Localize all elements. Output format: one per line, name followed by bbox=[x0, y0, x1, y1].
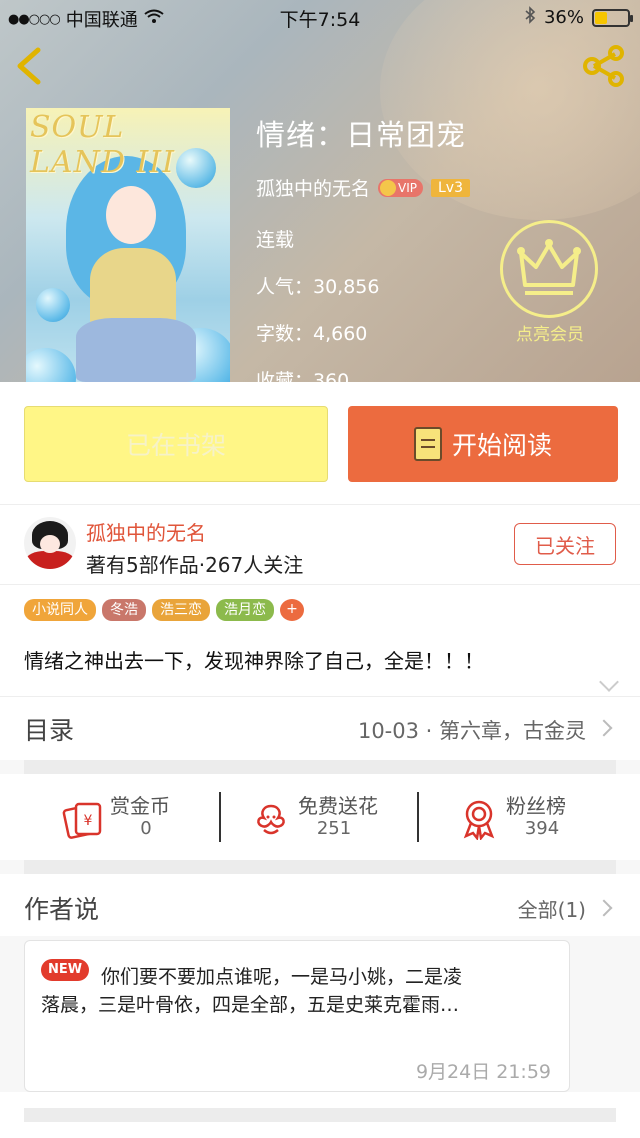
book-header: ●●○○○ 中国联通 下午7:54 36% SOUL LAND III 情绪：日… bbox=[0, 0, 640, 382]
author-summary: 著有5部作品·267人关注 bbox=[86, 553, 304, 577]
cover-bubble bbox=[26, 348, 76, 382]
share-icon bbox=[583, 45, 624, 87]
battery-icon bbox=[592, 8, 633, 27]
stat-name: 粉丝榜 bbox=[506, 794, 566, 818]
post-text-line2: 落晨，三是叶骨依，四是全部，五是史莱克霍雨… bbox=[41, 994, 460, 1016]
author-says-header[interactable]: 作者说 全部(1) bbox=[0, 874, 640, 936]
crown-icon bbox=[517, 239, 581, 295]
svg-text:¥: ¥ bbox=[84, 813, 93, 829]
tag-chip[interactable]: 浩三恋 bbox=[152, 599, 210, 621]
stat-name: 赏金币 bbox=[110, 794, 170, 818]
battery-level bbox=[595, 11, 608, 24]
tag-list: 小说同人 冬浩 浩三恋 浩月恋 + bbox=[24, 599, 304, 621]
membership-label: 点亮会员 bbox=[516, 325, 584, 345]
word-count: 字数：4,660 bbox=[256, 323, 368, 345]
start-reading-button[interactable]: 开始阅读 bbox=[348, 406, 618, 482]
toc-label: 目录 bbox=[24, 716, 75, 745]
author-says-label: 作者说 bbox=[24, 895, 100, 924]
share-button[interactable] bbox=[582, 44, 626, 88]
latest-chapter: 10-03 · 第六章，古金灵 bbox=[357, 719, 586, 743]
tag-chip[interactable]: 小说同人 bbox=[24, 599, 96, 621]
crown-circle bbox=[500, 220, 598, 318]
cover-illustration bbox=[106, 186, 156, 244]
membership-button[interactable]: 点亮会员 bbox=[500, 220, 600, 345]
section-divider bbox=[24, 860, 616, 874]
stat-divider bbox=[417, 792, 419, 842]
cover-bubble bbox=[36, 288, 70, 322]
vip-badge: VIP bbox=[378, 178, 423, 197]
free-flower-button[interactable]: 免费送花 251 bbox=[250, 790, 450, 846]
level-badge: Lv3 bbox=[431, 178, 470, 197]
back-button[interactable] bbox=[12, 46, 48, 86]
ribbon-medal-icon bbox=[463, 800, 495, 840]
book-info: 情绪：日常团宠 孤独中的无名 VIP Lv3 连载 人气：30,856 字数：4… bbox=[256, 112, 506, 382]
section-divider bbox=[24, 760, 616, 774]
cover-title: SOUL LAND III bbox=[30, 110, 175, 180]
add-tag-button[interactable]: + bbox=[280, 599, 304, 621]
post-text-line1: 你们要不要加点谁呢，一是马小姚，二是凌 bbox=[101, 966, 463, 988]
stat-value: 251 bbox=[316, 818, 352, 839]
section-divider bbox=[24, 1108, 616, 1122]
author-post-card[interactable]: NEW 你们要不要加点谁呢，一是马小姚，二是凌 落晨，三是叶骨依，四是全部，五是… bbox=[24, 940, 570, 1092]
expand-chevron-icon[interactable] bbox=[599, 672, 619, 692]
stat-value: 0 bbox=[140, 818, 152, 839]
start-reading-label: 开始阅读 bbox=[451, 431, 552, 460]
stat-divider bbox=[219, 792, 221, 842]
view-all-link[interactable]: 全部(1) bbox=[518, 894, 586, 923]
table-of-contents-row[interactable]: 目录 10-03 · 第六章，古金灵 bbox=[0, 696, 640, 760]
avatar[interactable] bbox=[24, 517, 76, 569]
vip-label: VIP bbox=[398, 180, 417, 195]
stat-name: 免费送花 bbox=[298, 794, 378, 818]
action-bar: 已在书架 开始阅读 bbox=[0, 382, 640, 504]
book-description: 情绪之神出去一下，发现神界除了自己，全是！！！ bbox=[24, 649, 484, 673]
support-stats: ¥ 赏金币 0 免费送花 251 粉丝榜 394 bbox=[0, 774, 640, 860]
book-title: 情绪：日常团宠 bbox=[256, 118, 467, 152]
bluetooth-icon bbox=[524, 6, 536, 29]
author-card[interactable]: 孤独中的无名 著有5部作品·267人关注 已关注 bbox=[0, 504, 640, 584]
in-bookshelf-button[interactable]: 已在书架 bbox=[24, 406, 328, 482]
book-cover[interactable]: SOUL LAND III bbox=[26, 108, 230, 382]
chevron-right-icon bbox=[595, 719, 613, 737]
status-bar: ●●○○○ 中国联通 下午7:54 36% bbox=[0, 0, 640, 34]
tags-and-description: 小说同人 冬浩 浩三恋 浩月恋 + 情绪之神出去一下，发现神界除了自己，全是！！！ bbox=[0, 584, 640, 696]
tag-chip[interactable]: 浩月恋 bbox=[216, 599, 274, 621]
new-badge: NEW bbox=[41, 959, 89, 981]
favorites: 收藏：360 bbox=[256, 370, 350, 382]
serial-status: 连载 bbox=[256, 229, 295, 251]
red-envelope-icon: ¥ bbox=[62, 802, 102, 839]
cover-illustration bbox=[90, 248, 176, 328]
chevron-left-icon bbox=[17, 47, 41, 85]
author-name[interactable]: 孤独中的无名 bbox=[256, 174, 370, 201]
fan-ranking-button[interactable]: 粉丝榜 394 bbox=[458, 790, 640, 846]
crown-icon bbox=[380, 179, 397, 196]
popularity: 人气：30,856 bbox=[256, 276, 380, 298]
book-icon bbox=[413, 427, 442, 461]
author-line: 孤独中的无名 VIP Lv3 bbox=[256, 174, 506, 201]
tag-chip[interactable]: 冬浩 bbox=[102, 599, 146, 621]
author-card-name[interactable]: 孤独中的无名 bbox=[86, 517, 206, 546]
stat-value: 394 bbox=[524, 818, 560, 839]
followed-button[interactable]: 已关注 bbox=[514, 523, 616, 565]
chevron-right-icon bbox=[595, 899, 613, 917]
flower-icon bbox=[257, 804, 285, 835]
in-bookshelf-label: 已在书架 bbox=[125, 431, 226, 460]
battery-percent: 36% bbox=[543, 7, 584, 28]
reward-coins-button[interactable]: ¥ 赏金币 0 bbox=[62, 790, 262, 846]
cover-illustration bbox=[76, 318, 196, 382]
post-time: 9月24日 21:59 bbox=[415, 1061, 551, 1083]
